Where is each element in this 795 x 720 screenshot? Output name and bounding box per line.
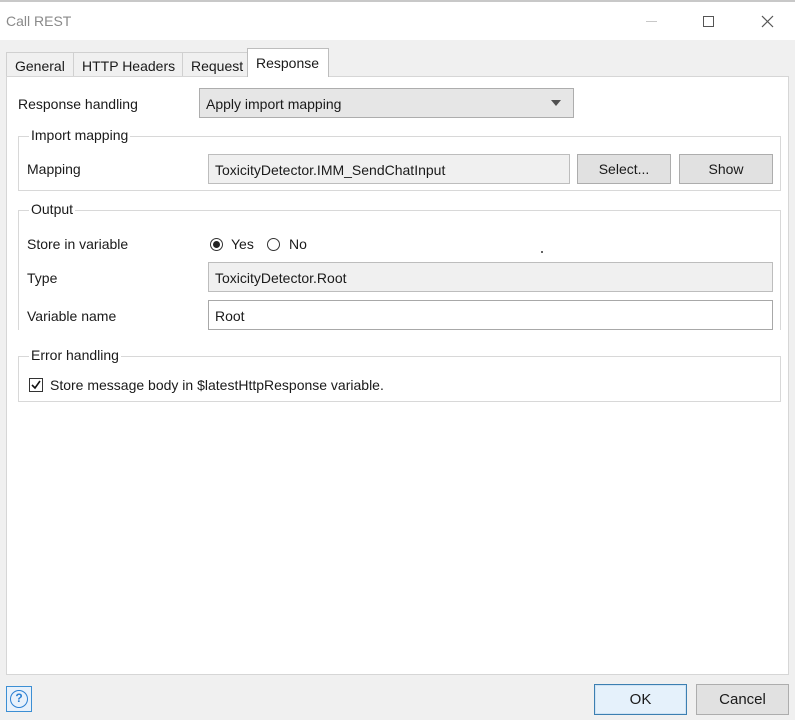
variable-name-label: Variable name — [27, 308, 117, 324]
minimize-icon — [645, 20, 657, 22]
cancel-button[interactable]: Cancel — [696, 684, 789, 715]
store-message-body-checkbox[interactable] — [29, 378, 43, 392]
tab-http-headers[interactable]: HTTP Headers — [73, 52, 183, 76]
title-bar: Call REST — [0, 0, 795, 40]
variable-name-input[interactable]: Root — [208, 300, 773, 330]
help-button[interactable]: ? — [6, 686, 32, 712]
store-message-body-label[interactable]: Store message body in $latestHttpRespons… — [50, 377, 384, 393]
mapping-value: ToxicityDetector.IMM_SendChatInput — [215, 162, 446, 178]
type-field: ToxicityDetector.Root — [208, 262, 773, 292]
type-value: ToxicityDetector.Root — [215, 270, 347, 286]
tab-general[interactable]: General — [6, 52, 74, 76]
minimize-button[interactable] — [628, 2, 674, 40]
maximize-icon — [702, 15, 714, 27]
select-mapping-button[interactable]: Select... — [577, 154, 671, 184]
ok-button[interactable]: OK — [594, 684, 687, 715]
store-no-radio[interactable] — [267, 238, 280, 251]
response-handling-value: Apply import mapping — [206, 96, 342, 112]
close-icon — [761, 15, 773, 27]
close-button[interactable] — [744, 2, 790, 40]
tab-request[interactable]: Request — [182, 52, 248, 76]
variable-name-value: Root — [215, 308, 245, 324]
store-no-label[interactable]: No — [289, 236, 307, 252]
tab-response[interactable]: Response — [247, 48, 329, 77]
import-mapping-group: Import mapping Mapping ToxicityDetector.… — [18, 127, 781, 191]
error-handling-group: Error handling Store message body in $la… — [18, 347, 781, 402]
output-legend: Output — [29, 201, 76, 217]
call-rest-dialog: Call REST General HTTP Headers Request R… — [0, 0, 795, 720]
response-handling-label: Response handling — [18, 96, 138, 112]
error-handling-legend: Error handling — [29, 347, 121, 363]
show-mapping-button[interactable]: Show — [679, 154, 773, 184]
response-handling-select[interactable]: Apply import mapping — [199, 88, 574, 118]
chevron-down-icon — [551, 100, 561, 106]
type-label: Type — [27, 270, 58, 286]
import-mapping-legend: Import mapping — [29, 127, 131, 143]
mapping-label: Mapping — [27, 161, 81, 177]
response-panel: Response handling Apply import mapping I… — [6, 76, 789, 675]
mapping-field[interactable]: ToxicityDetector.IMM_SendChatInput — [208, 154, 570, 184]
window-title: Call REST — [6, 13, 72, 29]
help-icon: ? — [10, 690, 28, 708]
store-yes-label[interactable]: Yes — [231, 236, 254, 252]
stray-dot — [541, 251, 543, 253]
store-in-variable-label: Store in variable — [27, 236, 129, 252]
output-group: Output Store in variable Yes No Type Tox… — [18, 201, 781, 330]
store-yes-radio[interactable] — [210, 238, 223, 251]
maximize-button[interactable] — [685, 2, 731, 40]
checkmark-icon — [31, 380, 41, 390]
